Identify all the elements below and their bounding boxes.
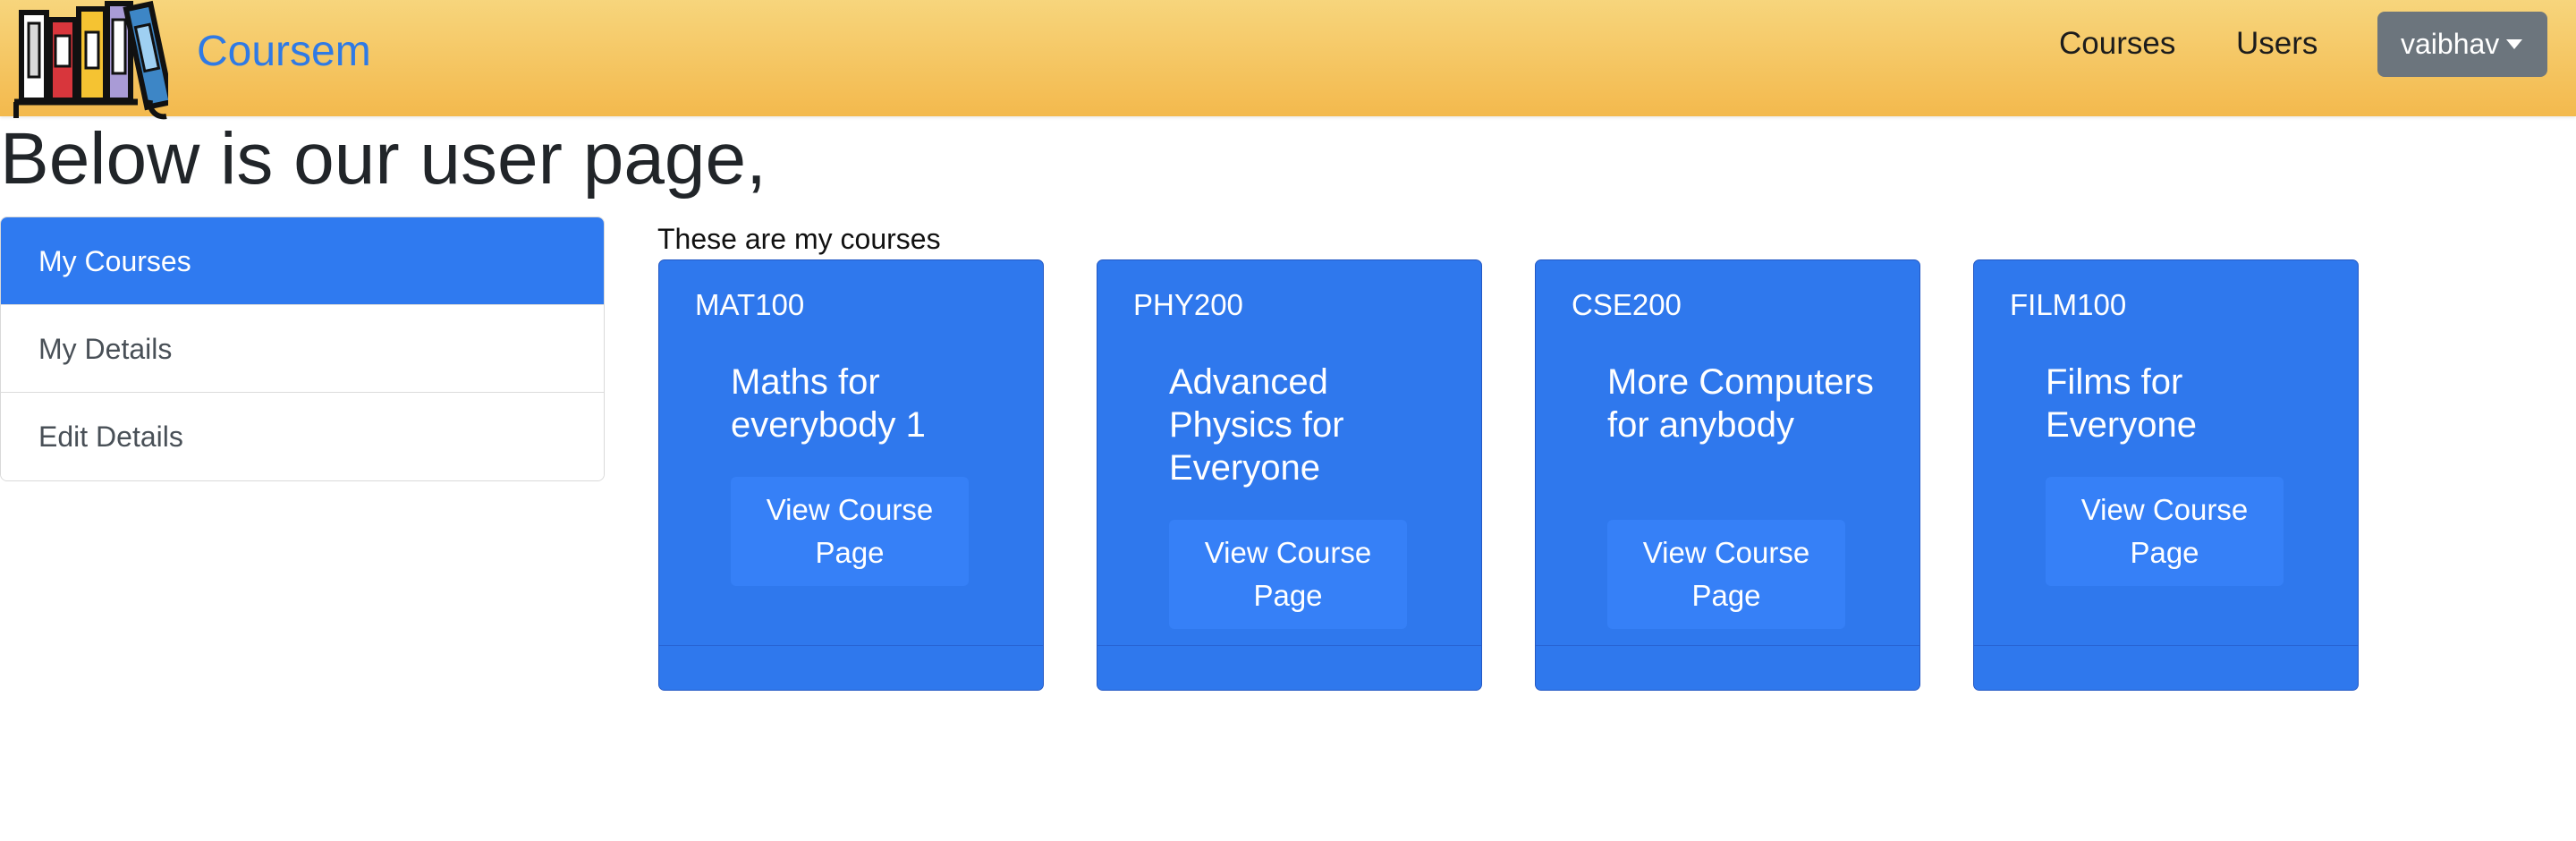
- course-card: PHY200 Advanced Physics for Everyone Vie…: [1097, 259, 1482, 691]
- page-heading: Below is our user page,: [0, 118, 767, 200]
- view-course-page-button[interactable]: View Course Page: [1607, 520, 1845, 629]
- sidebar-item-my-courses[interactable]: My Courses: [1, 217, 604, 305]
- course-title: Maths for everybody 1: [731, 362, 926, 445]
- view-course-page-button[interactable]: View Course Page: [731, 477, 969, 586]
- books-logo-icon[interactable]: [7, 0, 168, 121]
- course-title: Advanced Physics for Everyone: [1169, 362, 1344, 488]
- course-title: More Computers for anybody: [1607, 362, 1874, 445]
- view-course-page-button[interactable]: View Course Page: [2046, 477, 2284, 586]
- course-code: CSE200: [1572, 288, 1682, 321]
- course-card: MAT100 Maths for everybody 1 View Course…: [658, 259, 1044, 691]
- card-footer: [1536, 645, 1919, 690]
- course-title: Films for Everyone: [2046, 362, 2197, 445]
- nav-link-courses[interactable]: Courses: [2059, 23, 2175, 64]
- user-menu-label: vaibhav: [2401, 28, 2500, 60]
- course-code: MAT100: [695, 288, 805, 321]
- course-code: FILM100: [2010, 288, 2127, 321]
- sidebar-menu: My Courses My Details Edit Details: [0, 217, 605, 481]
- caret-down-icon: [2506, 39, 2522, 49]
- course-card: CSE200 More Computers for anybody View C…: [1535, 259, 1920, 691]
- course-card: FILM100 Films for Everyone View Course P…: [1973, 259, 2359, 691]
- top-navbar: Coursem Courses Users vaibhav: [0, 0, 2576, 120]
- card-footer: [659, 645, 1043, 690]
- nav-link-users[interactable]: Users: [2236, 23, 2318, 64]
- courses-caption: These are my courses: [657, 223, 941, 255]
- sidebar-item-my-details[interactable]: My Details: [1, 305, 604, 393]
- view-course-page-button[interactable]: View Course Page: [1169, 520, 1407, 629]
- card-footer: [1097, 645, 1481, 690]
- user-menu-button[interactable]: vaibhav: [2377, 12, 2547, 77]
- brand-link[interactable]: Coursem: [197, 25, 371, 79]
- course-code: PHY200: [1133, 288, 1243, 321]
- sidebar-item-edit-details[interactable]: Edit Details: [1, 393, 604, 480]
- card-footer: [1974, 645, 2358, 690]
